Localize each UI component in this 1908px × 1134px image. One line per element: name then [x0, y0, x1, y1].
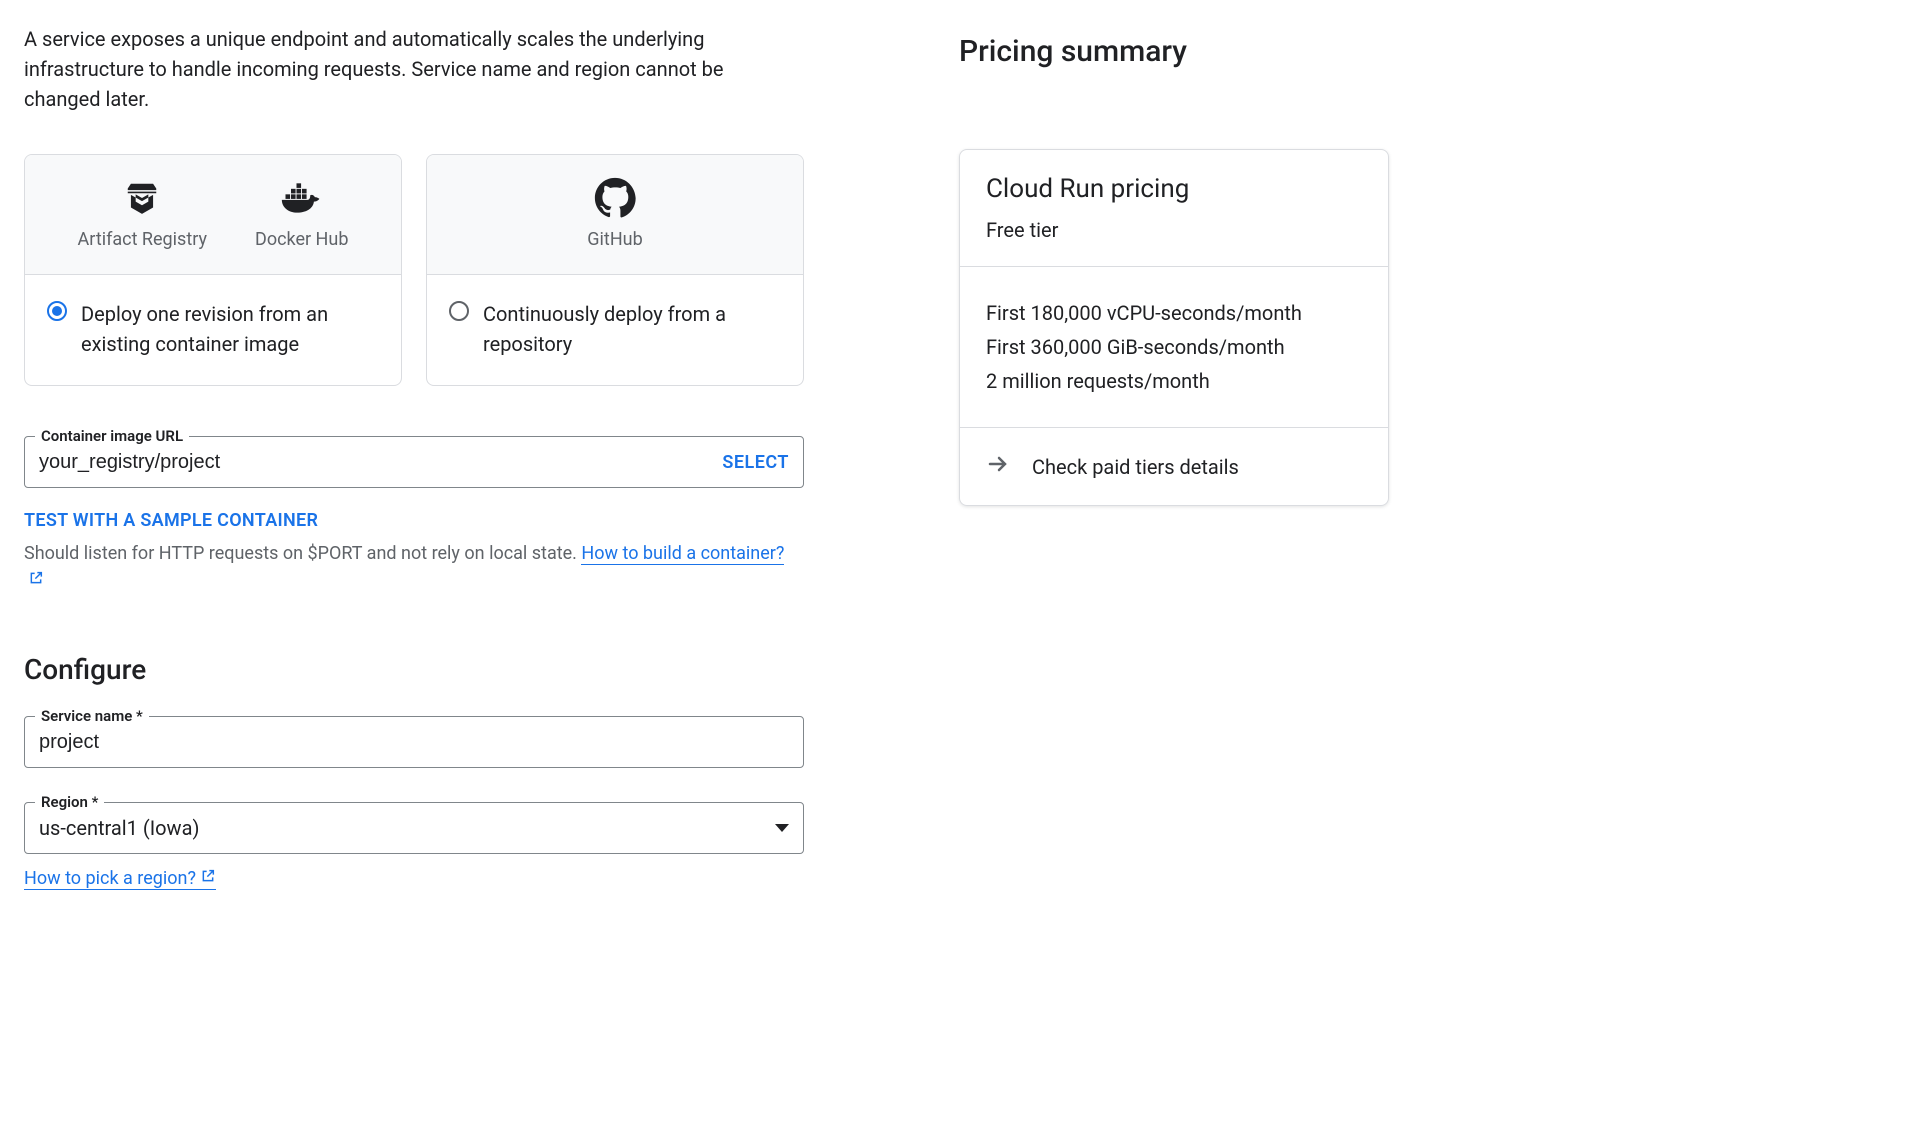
field-label: Service name *: [35, 707, 149, 725]
how-to-build-container-link[interactable]: How to build a container?: [581, 543, 784, 565]
service-name-input[interactable]: [39, 731, 789, 754]
how-to-pick-region-link[interactable]: How to pick a region?: [24, 868, 216, 890]
source-docker-hub: Docker Hub: [255, 179, 348, 250]
pricing-summary-heading: Pricing summary: [959, 34, 1389, 69]
pricing-header-section: Cloud Run pricing Free tier: [960, 150, 1388, 267]
deploy-options: Artifact Registry Docker Hub Deploy one …: [24, 154, 804, 386]
radio-label: Continuously deploy from a repository: [483, 299, 781, 359]
pricing-item: First 180,000 vCPU-seconds/month: [986, 301, 1362, 325]
docker-icon: [280, 179, 324, 217]
arrow-right-icon: [986, 452, 1010, 481]
pricing-card: Cloud Run pricing Free tier First 180,00…: [959, 149, 1389, 506]
pricing-item: 2 million requests/month: [986, 369, 1362, 393]
source-label: Docker Hub: [255, 229, 348, 250]
helper-static: Should listen for HTTP requests on $PORT…: [24, 543, 581, 564]
test-sample-container-link[interactable]: TEST WITH A SAMPLE CONTAINER: [24, 510, 318, 531]
deploy-card-repository[interactable]: GitHub Continuously deploy from a reposi…: [426, 154, 804, 386]
card-header: GitHub: [427, 155, 803, 275]
radio-label: Deploy one revision from an existing con…: [81, 299, 379, 359]
container-image-url-input[interactable]: [39, 451, 722, 474]
field-label: Region *: [35, 793, 104, 811]
radio-existing-image[interactable]: [47, 301, 67, 321]
chevron-down-icon: [775, 824, 789, 832]
check-paid-tiers-link[interactable]: Check paid tiers details: [960, 428, 1388, 505]
region-value: us-central1 (Iowa): [39, 816, 775, 840]
pricing-items: First 180,000 vCPU-seconds/month First 3…: [960, 267, 1388, 428]
source-github: GitHub: [587, 179, 642, 250]
source-label: Artifact Registry: [78, 229, 207, 250]
artifact-registry-icon: [120, 179, 164, 217]
source-artifact-registry: Artifact Registry: [78, 179, 207, 250]
card-header: Artifact Registry Docker Hub: [25, 155, 401, 275]
pricing-subtitle: Free tier: [986, 218, 1362, 242]
service-name-field[interactable]: Service name *: [24, 716, 804, 768]
pricing-item: First 360,000 GiB-seconds/month: [986, 335, 1362, 359]
external-link-icon: [28, 568, 44, 593]
container-image-url-field[interactable]: Container image URL SELECT: [24, 436, 804, 488]
deploy-card-existing-image[interactable]: Artifact Registry Docker Hub Deploy one …: [24, 154, 402, 386]
paid-tiers-label: Check paid tiers details: [1032, 455, 1239, 479]
field-label: Container image URL: [35, 427, 189, 445]
radio-repository[interactable]: [449, 301, 469, 321]
intro-text: A service exposes a unique endpoint and …: [24, 24, 784, 114]
container-helper-text: Should listen for HTTP requests on $PORT…: [24, 541, 804, 593]
select-image-button[interactable]: SELECT: [722, 452, 789, 473]
source-label: GitHub: [587, 229, 642, 250]
github-icon: [593, 179, 637, 217]
region-helper-text: How to pick a region?: [24, 868, 196, 889]
region-field[interactable]: Region * us-central1 (Iowa): [24, 802, 804, 854]
external-link-icon: [200, 868, 216, 889]
pricing-card-title: Cloud Run pricing: [986, 174, 1362, 204]
configure-heading: Configure: [24, 653, 804, 686]
